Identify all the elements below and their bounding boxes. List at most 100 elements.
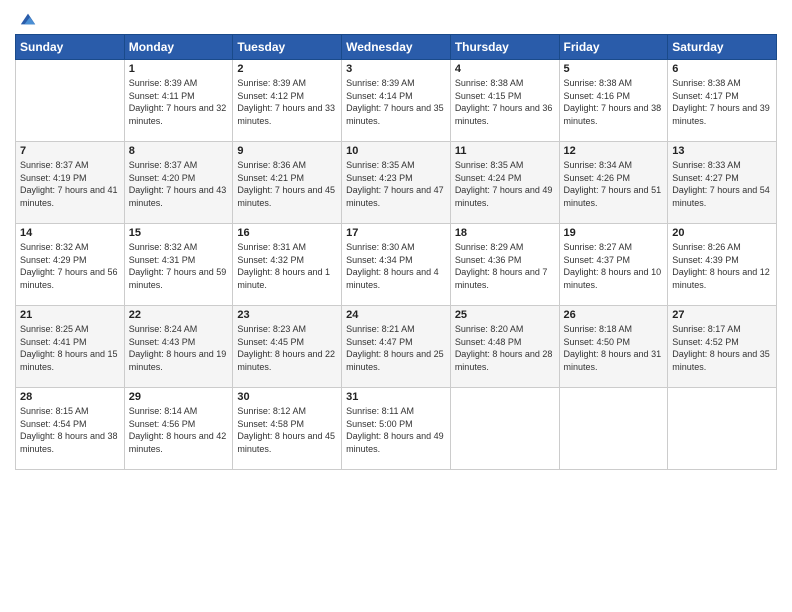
day-number: 17 — [346, 227, 446, 239]
day-number: 10 — [346, 145, 446, 157]
day-info: Sunrise: 8:27 AMSunset: 4:37 PMDaylight:… — [564, 241, 664, 291]
calendar-cell: 18 Sunrise: 8:29 AMSunset: 4:36 PMDayligh… — [450, 224, 559, 306]
day-number: 31 — [346, 391, 446, 403]
calendar-week-5: 28 Sunrise: 8:15 AMSunset: 4:54 PMDayligh… — [16, 388, 777, 470]
calendar-cell: 11 Sunrise: 8:35 AMSunset: 4:24 PMDayligh… — [450, 142, 559, 224]
calendar-week-2: 7Sunrise: 8:37 AMSunset: 4:19 PMDaylight… — [16, 142, 777, 224]
day-info: Sunrise: 8:39 AMSunset: 4:12 PMDaylight:… — [237, 77, 337, 127]
day-number: 13 — [672, 145, 772, 157]
calendar-cell — [16, 60, 125, 142]
day-info: Sunrise: 8:35 AMSunset: 4:24 PMDaylight:… — [455, 159, 555, 209]
calendar-table: SundayMondayTuesdayWednesdayThursdayFrid… — [15, 34, 777, 470]
calendar-cell: 17 Sunrise: 8:30 AMSunset: 4:34 PMDayligh… — [342, 224, 451, 306]
weekday-header-friday: Friday — [559, 35, 668, 60]
day-info: Sunrise: 8:18 AMSunset: 4:50 PMDaylight:… — [564, 323, 664, 373]
calendar-cell: 22 Sunrise: 8:24 AMSunset: 4:43 PMDayligh… — [124, 306, 233, 388]
day-info: Sunrise: 8:17 AMSunset: 4:52 PMDaylight:… — [672, 323, 772, 373]
day-number: 15 — [129, 227, 229, 239]
calendar-cell — [450, 388, 559, 470]
day-number: 23 — [237, 309, 337, 321]
weekday-header-saturday: Saturday — [668, 35, 777, 60]
calendar-cell: 12Sunrise: 8:34 AMSunset: 4:26 PMDayligh… — [559, 142, 668, 224]
calendar-cell: 20 Sunrise: 8:26 AMSunset: 4:39 PMDayligh… — [668, 224, 777, 306]
day-number: 20 — [672, 227, 772, 239]
day-number: 2 — [237, 63, 337, 75]
day-info: Sunrise: 8:32 AMSunset: 4:29 PMDaylight:… — [20, 241, 120, 291]
day-info: Sunrise: 8:11 AMSunset: 5:00 PMDaylight:… — [346, 405, 446, 455]
day-number: 5 — [564, 63, 664, 75]
day-number: 21 — [20, 309, 120, 321]
calendar-week-3: 14Sunrise: 8:32 AMSunset: 4:29 PMDayligh… — [16, 224, 777, 306]
day-number: 27 — [672, 309, 772, 321]
calendar-cell: 24 Sunrise: 8:21 AMSunset: 4:47 PMDayligh… — [342, 306, 451, 388]
calendar-cell: 10Sunrise: 8:35 AMSunset: 4:23 PMDayligh… — [342, 142, 451, 224]
calendar-cell: 16 Sunrise: 8:31 AMSunset: 4:32 PMDayligh… — [233, 224, 342, 306]
day-number: 22 — [129, 309, 229, 321]
day-number: 9 — [237, 145, 337, 157]
calendar-cell: 5 Sunrise: 8:38 AMSunset: 4:16 PMDaylight… — [559, 60, 668, 142]
weekday-header-sunday: Sunday — [16, 35, 125, 60]
calendar-cell: 27 Sunrise: 8:17 AMSunset: 4:52 PMDayligh… — [668, 306, 777, 388]
day-number: 3 — [346, 63, 446, 75]
day-number: 19 — [564, 227, 664, 239]
calendar-cell: 19 Sunrise: 8:27 AMSunset: 4:37 PMDayligh… — [559, 224, 668, 306]
calendar-cell: 29 Sunrise: 8:14 AMSunset: 4:56 PMDayligh… — [124, 388, 233, 470]
day-number: 1 — [129, 63, 229, 75]
day-number: 8 — [129, 145, 229, 157]
day-info: Sunrise: 8:34 AMSunset: 4:26 PMDaylight:… — [564, 159, 664, 209]
day-info: Sunrise: 8:36 AMSunset: 4:21 PMDaylight:… — [237, 159, 337, 209]
day-number: 30 — [237, 391, 337, 403]
calendar-week-1: 1Sunrise: 8:39 AMSunset: 4:11 PMDaylight… — [16, 60, 777, 142]
day-info: Sunrise: 8:26 AMSunset: 4:39 PMDaylight:… — [672, 241, 772, 291]
day-info: Sunrise: 8:15 AMSunset: 4:54 PMDaylight:… — [20, 405, 120, 455]
calendar-cell: 6 Sunrise: 8:38 AMSunset: 4:17 PMDaylight… — [668, 60, 777, 142]
calendar-week-4: 21 Sunrise: 8:25 AMSunset: 4:41 PMDayligh… — [16, 306, 777, 388]
calendar-cell: 9 Sunrise: 8:36 AMSunset: 4:21 PMDaylight… — [233, 142, 342, 224]
day-info: Sunrise: 8:20 AMSunset: 4:48 PMDaylight:… — [455, 323, 555, 373]
weekday-header-wednesday: Wednesday — [342, 35, 451, 60]
page-container: SundayMondayTuesdayWednesdayThursdayFrid… — [0, 0, 792, 612]
calendar-cell: 25Sunrise: 8:20 AMSunset: 4:48 PMDayligh… — [450, 306, 559, 388]
calendar-cell: 31 Sunrise: 8:11 AMSunset: 5:00 PMDayligh… — [342, 388, 451, 470]
day-info: Sunrise: 8:25 AMSunset: 4:41 PMDaylight:… — [20, 323, 120, 373]
day-info: Sunrise: 8:23 AMSunset: 4:45 PMDaylight:… — [237, 323, 337, 373]
calendar-cell: 14Sunrise: 8:32 AMSunset: 4:29 PMDayligh… — [16, 224, 125, 306]
logo — [15, 10, 37, 28]
calendar-cell: 23 Sunrise: 8:23 AMSunset: 4:45 PMDayligh… — [233, 306, 342, 388]
day-number: 24 — [346, 309, 446, 321]
day-number: 6 — [672, 63, 772, 75]
day-number: 26 — [564, 309, 664, 321]
day-number: 11 — [455, 145, 555, 157]
day-info: Sunrise: 8:12 AMSunset: 4:58 PMDaylight:… — [237, 405, 337, 455]
day-info: Sunrise: 8:29 AMSunset: 4:36 PMDaylight:… — [455, 241, 555, 291]
weekday-header-row: SundayMondayTuesdayWednesdayThursdayFrid… — [16, 35, 777, 60]
calendar-cell: 2 Sunrise: 8:39 AMSunset: 4:12 PMDaylight… — [233, 60, 342, 142]
calendar-cell: 13 Sunrise: 8:33 AMSunset: 4:27 PMDayligh… — [668, 142, 777, 224]
calendar-cell: 28 Sunrise: 8:15 AMSunset: 4:54 PMDayligh… — [16, 388, 125, 470]
day-number: 4 — [455, 63, 555, 75]
day-info: Sunrise: 8:38 AMSunset: 4:17 PMDaylight:… — [672, 77, 772, 127]
day-info: Sunrise: 8:30 AMSunset: 4:34 PMDaylight:… — [346, 241, 446, 291]
day-info: Sunrise: 8:38 AMSunset: 4:16 PMDaylight:… — [564, 77, 664, 127]
calendar-cell: 21 Sunrise: 8:25 AMSunset: 4:41 PMDayligh… — [16, 306, 125, 388]
day-info: Sunrise: 8:31 AMSunset: 4:32 PMDaylight:… — [237, 241, 337, 291]
weekday-header-tuesday: Tuesday — [233, 35, 342, 60]
calendar-cell: 26 Sunrise: 8:18 AMSunset: 4:50 PMDayligh… — [559, 306, 668, 388]
day-number: 29 — [129, 391, 229, 403]
day-info: Sunrise: 8:37 AMSunset: 4:20 PMDaylight:… — [129, 159, 229, 209]
day-number: 7 — [20, 145, 120, 157]
header — [15, 10, 777, 28]
day-info: Sunrise: 8:24 AMSunset: 4:43 PMDaylight:… — [129, 323, 229, 373]
day-info: Sunrise: 8:33 AMSunset: 4:27 PMDaylight:… — [672, 159, 772, 209]
logo-icon — [19, 10, 37, 28]
day-number: 16 — [237, 227, 337, 239]
day-number: 18 — [455, 227, 555, 239]
calendar-cell: 8 Sunrise: 8:37 AMSunset: 4:20 PMDaylight… — [124, 142, 233, 224]
day-number: 28 — [20, 391, 120, 403]
calendar-cell: 15 Sunrise: 8:32 AMSunset: 4:31 PMDayligh… — [124, 224, 233, 306]
day-info: Sunrise: 8:14 AMSunset: 4:56 PMDaylight:… — [129, 405, 229, 455]
day-info: Sunrise: 8:32 AMSunset: 4:31 PMDaylight:… — [129, 241, 229, 291]
weekday-header-thursday: Thursday — [450, 35, 559, 60]
day-info: Sunrise: 8:21 AMSunset: 4:47 PMDaylight:… — [346, 323, 446, 373]
day-info: Sunrise: 8:39 AMSunset: 4:14 PMDaylight:… — [346, 77, 446, 127]
